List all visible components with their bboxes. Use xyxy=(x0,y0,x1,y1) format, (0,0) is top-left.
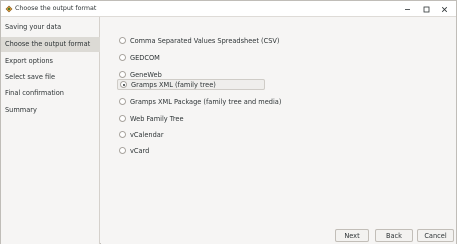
steps-sidebar: Saving your data Choose the output forma… xyxy=(1,17,100,244)
maximize-icon xyxy=(423,6,429,12)
format-option-label: vCard xyxy=(130,146,150,155)
maximize-button[interactable] xyxy=(420,4,432,14)
next-button[interactable]: Next xyxy=(335,229,369,242)
radio-button[interactable] xyxy=(119,37,126,44)
format-option-vcalendar[interactable]: vCalendar xyxy=(119,129,164,140)
format-option-label: vCalendar xyxy=(130,130,164,139)
cancel-button[interactable]: Cancel xyxy=(417,229,454,242)
window-title: Choose the output format xyxy=(15,5,97,12)
radio-button-selected[interactable] xyxy=(120,81,127,88)
sidebar-item-select-save-file: Select save file xyxy=(5,73,56,81)
gramps-app-icon xyxy=(5,5,13,13)
format-option-label: GeneWeb xyxy=(130,70,162,79)
radio-button[interactable] xyxy=(119,131,126,138)
sidebar-item-choose-output-format: Choose the output format xyxy=(1,37,100,52)
format-option-label: Web Family Tree xyxy=(130,114,184,123)
minimize-icon xyxy=(404,8,410,10)
close-button[interactable] xyxy=(438,4,450,14)
sidebar-item-export-options: Export options xyxy=(5,57,53,65)
format-option-csv[interactable]: Comma Separated Values Spreadsheet (CSV) xyxy=(119,35,279,46)
format-option-label: GEDCOM xyxy=(130,53,160,62)
back-button[interactable]: Back xyxy=(375,229,413,242)
format-option-label: Gramps XML (family tree) xyxy=(131,80,216,89)
close-icon xyxy=(441,6,447,12)
format-option-gramps-xml-package[interactable]: Gramps XML Package (family tree and medi… xyxy=(119,96,281,107)
radio-button[interactable] xyxy=(119,115,126,122)
format-option-label: Gramps XML Package (family tree and medi… xyxy=(130,97,282,106)
minimize-button[interactable] xyxy=(401,4,413,14)
radio-button[interactable] xyxy=(119,71,126,78)
sidebar-item-summary: Summary xyxy=(5,106,37,114)
radio-button[interactable] xyxy=(119,98,126,105)
format-option-web-family-tree[interactable]: Web Family Tree xyxy=(119,113,184,124)
format-option-gramps-xml[interactable]: Gramps XML (family tree) xyxy=(117,79,265,90)
format-option-label: Comma Separated Values Spreadsheet (CSV) xyxy=(130,36,280,45)
format-option-vcard[interactable]: vCard xyxy=(119,145,149,156)
radio-button[interactable] xyxy=(119,147,126,154)
format-options-panel: Comma Separated Values Spreadsheet (CSV)… xyxy=(101,17,456,244)
sidebar-item-saving-your-data: Saving your data xyxy=(5,23,62,31)
title-bar: Choose the output format xyxy=(1,1,456,17)
radio-button[interactable] xyxy=(119,54,126,61)
sidebar-item-final-confirmation: Final confirmation xyxy=(5,89,64,97)
format-option-gedcom[interactable]: GEDCOM xyxy=(119,52,160,63)
assistant-window: Choose the output format Saving your dat… xyxy=(0,0,457,244)
